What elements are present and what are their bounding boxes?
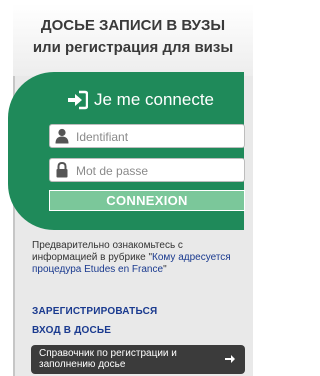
guide-button[interactable]: Справочник по регистрации и заполнению д… <box>31 345 245 374</box>
page-title: ДОСЬЕ ЗАПИСИ В ВУЗЫ <box>40 17 226 34</box>
login-heading: Je me connecte <box>30 87 245 113</box>
connexion-button[interactable]: CONNEXION <box>49 190 245 211</box>
username-placeholder: Identifiant <box>76 130 129 144</box>
arrow-right-icon <box>225 355 235 363</box>
info-text: Предварительно ознакомьтесь с информацие… <box>32 240 242 276</box>
password-placeholder: Mot de passe <box>76 164 149 178</box>
info-text-after: " <box>163 264 167 275</box>
user-icon <box>55 128 69 144</box>
login-heading-text: Je me connecte <box>94 90 215 109</box>
panel-header: ДОСЬЕ ЗАПИСИ В ВУЗЫ или регистрация для … <box>13 4 253 76</box>
lock-icon <box>56 162 68 178</box>
sign-in-icon <box>68 90 88 110</box>
dossier-login-link[interactable]: ВХОД В ДОСЬЕ <box>32 325 111 336</box>
guide-button-label: Справочник по регистрации и заполнению д… <box>39 348 177 370</box>
password-field[interactable]: Mot de passe <box>49 158 245 182</box>
username-field[interactable]: Identifiant <box>49 124 245 148</box>
register-link[interactable]: ЗАРЕГИСТРИРОВАТЬСЯ <box>32 306 157 317</box>
page-subtitle: или регистрация для визы <box>32 39 234 56</box>
